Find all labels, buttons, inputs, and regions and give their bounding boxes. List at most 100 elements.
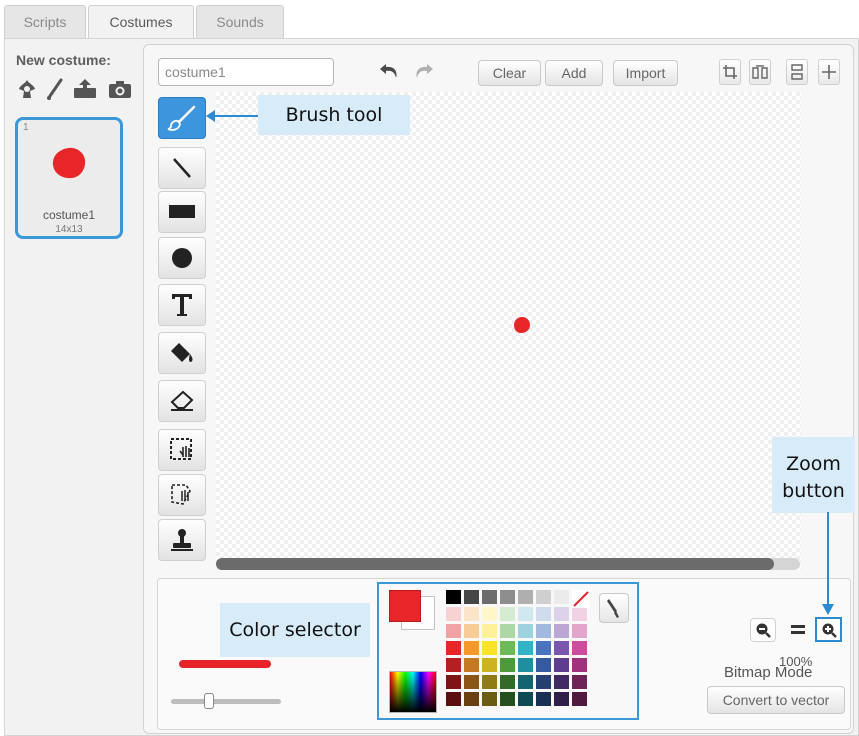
palette-swatch[interactable]	[554, 692, 569, 706]
palette-swatch[interactable]	[518, 675, 533, 689]
import-button[interactable]: Import	[613, 60, 678, 86]
rectangle-tool-button[interactable]	[158, 191, 206, 233]
primary-color-swatch[interactable]	[389, 590, 421, 622]
palette-swatch[interactable]	[536, 658, 551, 672]
transparent-color-icon[interactable]	[572, 590, 590, 608]
palette-swatch[interactable]	[572, 641, 587, 655]
line-tool-button[interactable]	[158, 147, 206, 189]
fill-tool-button[interactable]	[158, 332, 206, 374]
palette-swatch[interactable]	[464, 607, 479, 621]
palette-swatch[interactable]	[518, 658, 533, 672]
brush-size-slider[interactable]	[171, 699, 281, 704]
palette-swatch[interactable]	[500, 624, 515, 638]
flip-horizontal-icon[interactable]	[749, 59, 771, 85]
palette-swatch[interactable]	[446, 641, 461, 655]
palette-swatch[interactable]	[464, 590, 479, 604]
select-and-duplicate-tool-button[interactable]	[158, 474, 206, 516]
palette-swatch[interactable]	[464, 641, 479, 655]
palette-swatch[interactable]	[554, 675, 569, 689]
palette-swatch[interactable]	[500, 658, 515, 672]
palette-swatch[interactable]	[554, 590, 569, 604]
crop-icon[interactable]	[719, 59, 741, 85]
fill-tool-icon	[171, 343, 193, 362]
flip-vertical-icon[interactable]	[786, 59, 808, 85]
costume-name-input[interactable]	[158, 58, 334, 86]
palette-swatch[interactable]	[446, 607, 461, 621]
set-center-icon[interactable]	[818, 59, 840, 85]
palette-swatch[interactable]	[572, 675, 587, 689]
rectangle-tool-icon	[169, 205, 195, 218]
palette-swatch[interactable]	[482, 658, 497, 672]
palette-swatch[interactable]	[482, 624, 497, 638]
palette-swatch[interactable]	[518, 607, 533, 621]
palette-swatch[interactable]	[572, 692, 587, 706]
palette-swatch[interactable]	[464, 675, 479, 689]
palette-swatch[interactable]	[446, 590, 461, 604]
palette-swatch[interactable]	[500, 692, 515, 706]
scrollbar-thumb[interactable]	[216, 558, 774, 570]
palette-swatch[interactable]	[572, 607, 587, 621]
choose-from-library-icon[interactable]	[16, 78, 38, 100]
eyedropper-icon	[607, 599, 619, 618]
palette-swatch[interactable]	[572, 658, 587, 672]
text-tool-button[interactable]	[158, 284, 206, 326]
palette-swatch[interactable]	[482, 641, 497, 655]
tab-scripts[interactable]: Scripts	[4, 5, 86, 39]
palette-swatch[interactable]	[500, 590, 515, 604]
palette-swatch[interactable]	[554, 607, 569, 621]
palette-swatch[interactable]	[482, 607, 497, 621]
palette-swatch[interactable]	[464, 658, 479, 672]
palette-swatch[interactable]	[554, 641, 569, 655]
palette-swatch[interactable]	[536, 590, 551, 604]
palette-swatch[interactable]	[482, 675, 497, 689]
palette-swatch[interactable]	[464, 692, 479, 706]
palette-swatch[interactable]	[536, 675, 551, 689]
palette-swatch[interactable]	[536, 607, 551, 621]
paint-brush-icon[interactable]	[46, 78, 64, 100]
brush-size-slider-knob[interactable]	[203, 693, 214, 709]
palette-swatch[interactable]	[536, 624, 551, 638]
upload-icon[interactable]	[72, 78, 98, 100]
paint-canvas[interactable]	[216, 92, 801, 570]
add-button[interactable]: Add	[545, 60, 603, 86]
palette-swatch[interactable]	[446, 658, 461, 672]
palette-swatch[interactable]	[464, 624, 479, 638]
undo-icon[interactable]	[377, 59, 401, 83]
stamp-tool-button[interactable]	[158, 519, 206, 561]
palette-swatch[interactable]	[518, 692, 533, 706]
tab-sounds[interactable]: Sounds	[196, 5, 284, 39]
zoom-in-button[interactable]	[815, 617, 842, 642]
palette-swatch[interactable]	[554, 658, 569, 672]
palette-swatch[interactable]	[518, 641, 533, 655]
select-tool-button[interactable]	[158, 429, 206, 471]
palette-swatch[interactable]	[446, 675, 461, 689]
select-tool-icon	[170, 438, 192, 460]
zoom-out-button[interactable]	[750, 618, 776, 642]
palette-swatch[interactable]	[518, 590, 533, 604]
tab-costumes[interactable]: Costumes	[88, 5, 194, 40]
color-picker-gradient[interactable]	[389, 671, 437, 713]
palette-swatch[interactable]	[446, 692, 461, 706]
redo-icon[interactable]	[412, 59, 436, 83]
zoom-reset-button[interactable]	[786, 618, 810, 642]
palette-swatch[interactable]	[482, 590, 497, 604]
palette-swatch[interactable]	[518, 624, 533, 638]
convert-to-vector-button[interactable]: Convert to vector	[707, 686, 845, 714]
palette-swatch[interactable]	[500, 675, 515, 689]
costume-thumbnail[interactable]: 1 costume1 14x13	[15, 117, 123, 239]
eraser-tool-button[interactable]	[158, 380, 206, 422]
brush-tool-button[interactable]	[158, 97, 206, 139]
palette-swatch[interactable]	[536, 641, 551, 655]
palette-swatch[interactable]	[500, 641, 515, 655]
palette-swatch[interactable]	[446, 624, 461, 638]
palette-swatch[interactable]	[536, 692, 551, 706]
palette-swatch[interactable]	[572, 624, 587, 638]
palette-swatch[interactable]	[482, 692, 497, 706]
palette-swatch[interactable]	[500, 607, 515, 621]
ellipse-tool-button[interactable]	[158, 237, 206, 279]
camera-icon[interactable]	[108, 78, 132, 100]
stamp-tool-icon	[171, 529, 193, 551]
clear-button[interactable]: Clear	[478, 60, 541, 86]
palette-swatch[interactable]	[554, 624, 569, 638]
eyedropper-button[interactable]	[599, 593, 629, 623]
